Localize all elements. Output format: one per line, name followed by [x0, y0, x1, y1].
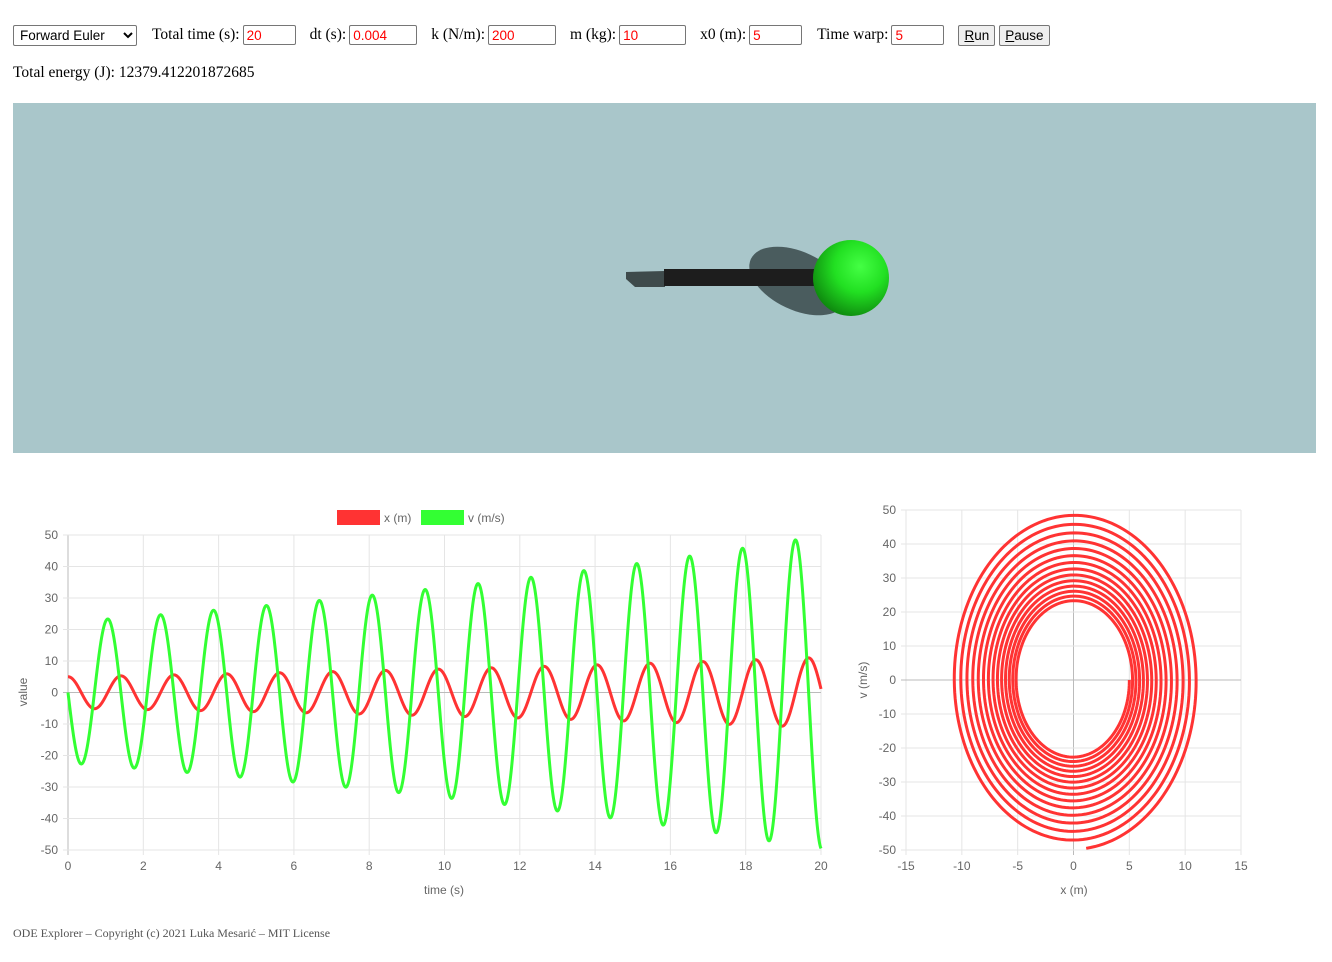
ph-x-tick-label: -5 — [1012, 859, 1023, 873]
ts-x-tick-label: 12 — [513, 859, 527, 873]
ts-y-tick-label: 0 — [51, 686, 58, 700]
ph-y-tick-label: -20 — [879, 741, 897, 755]
ph-ylabel: v (m/s) — [856, 662, 870, 699]
ts-y-tick-label: 50 — [45, 528, 59, 542]
ph-y-tick-label: 40 — [883, 537, 897, 551]
ts-y-tick-label: -40 — [41, 812, 59, 826]
spring-rod — [664, 269, 819, 286]
legend-x-swatch — [337, 510, 380, 525]
dt-label: dt (s): — [309, 26, 347, 43]
pause-button-key: P — [1005, 27, 1015, 43]
ts-xlabel: time (s) — [424, 883, 464, 897]
ts-y-tick-label: 30 — [45, 591, 59, 605]
legend-v-swatch — [421, 510, 464, 525]
simulation-viewport[interactable] — [13, 103, 1316, 453]
time-warp-input[interactable] — [891, 25, 945, 45]
scene-canvas — [626, 240, 889, 316]
total-energy-readout: Total energy (J): 12379.412201872685 — [13, 64, 254, 82]
ts-y-tick-label: -30 — [41, 780, 59, 794]
ph-xlabel: x (m) — [1060, 883, 1087, 897]
ph-y-tick-label: -10 — [879, 707, 897, 721]
ph-y-tick-label: 10 — [883, 639, 897, 653]
run-button[interactable]: Run — [958, 24, 996, 46]
time-series-chart: x (m) v (m/s) 0 2 4 6 8 10 12 14 16 18 20 50 40 30 20 1… — [16, 510, 828, 897]
ph-y-tick-label: 30 — [883, 571, 897, 585]
k-input[interactable] — [488, 25, 556, 45]
x0-input[interactable] — [749, 25, 803, 45]
method-select[interactable]: Forward Euler — [13, 24, 137, 46]
ts-x-tick-label: 10 — [438, 859, 452, 873]
m-input[interactable] — [619, 25, 687, 45]
ts-x-tick-label: 2 — [140, 859, 147, 873]
ts-y-tick-label: 20 — [45, 623, 59, 637]
ts-y-tick-label: -20 — [41, 749, 59, 763]
total-energy-value: 12379.412201872685 — [118, 64, 255, 81]
ph-x-tick-label: 0 — [1070, 859, 1077, 873]
legend-v-label: v (m/s) — [468, 511, 505, 525]
ph-x-tick-label: 10 — [1178, 859, 1192, 873]
dt-input[interactable] — [349, 25, 418, 45]
ph-y-tick-label: -30 — [879, 775, 897, 789]
ts-x-tick-label: 18 — [739, 859, 753, 873]
ph-y-tick-label: -40 — [879, 809, 897, 823]
legend-x-label: x (m) — [384, 511, 411, 525]
footer-copyright: ODE Explorer – Copyright (c) 2021 Luka M… — [13, 926, 331, 940]
time-warp-label: Time warp: — [817, 26, 889, 43]
ts-x-tick-label: 4 — [215, 859, 222, 873]
ph-x-tick-label: -10 — [953, 859, 971, 873]
controls-toolbar: Forward Euler Total time (s): dt (s): k … — [13, 24, 1050, 46]
ts-x-tick-label: 20 — [814, 859, 828, 873]
pause-button-label: ause — [1014, 27, 1044, 43]
ph-x-tick-label: 15 — [1234, 859, 1248, 873]
legend: x (m) v (m/s) — [337, 510, 505, 525]
ph-y-tick-label: -50 — [879, 843, 897, 857]
ts-x-tick-label: 16 — [664, 859, 678, 873]
mass-ball — [813, 240, 889, 316]
ph-x-tick-label: -15 — [897, 859, 915, 873]
ts-x-tick-label: 0 — [65, 859, 72, 873]
phase-plot-chart: -15 -10 -5 0 5 10 1550403020100-10-20-30-40-50… — [856, 503, 1248, 897]
ph-y-tick-label: 20 — [883, 605, 897, 619]
ts-y-tick-label: 10 — [45, 654, 59, 668]
x0-label: x0 (m): — [700, 26, 747, 43]
phase-trajectory — [952, 513, 1198, 850]
ts-y-tick-label: -10 — [41, 717, 59, 731]
total-time-input[interactable] — [242, 25, 296, 45]
total-energy-label: Total energy (J): — [13, 64, 115, 81]
ts-x-tick-label: 8 — [366, 859, 373, 873]
ts-y-tick-label: -50 — [41, 843, 59, 857]
total-time-label: Total time (s): — [152, 26, 240, 43]
wall-anchor — [626, 271, 665, 287]
ph-y-tick-label: 0 — [889, 673, 896, 687]
ph-y-tick-label: 50 — [883, 503, 897, 517]
pause-button[interactable]: Pause — [999, 24, 1050, 46]
m-label: m (kg): — [570, 26, 617, 43]
ts-ylabel: value — [16, 677, 30, 706]
run-button-key: R — [964, 27, 975, 43]
ts-x-tick-label: 6 — [291, 859, 298, 873]
ts-y-tick-label: 40 — [45, 560, 59, 574]
ts-x-tick-label: 14 — [588, 859, 602, 873]
run-button-label: un — [974, 27, 990, 43]
ph-x-tick-label: 5 — [1126, 859, 1133, 873]
k-label: k (N/m): — [431, 26, 485, 43]
